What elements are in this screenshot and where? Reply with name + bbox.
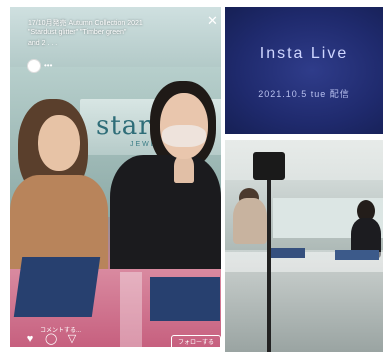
avatar[interactable] [27, 59, 41, 73]
more-icon[interactable]: ••• [44, 61, 52, 70]
instagram-live-photo: staria JEWELRY 17/10月発売 Autumn Collectio… [10, 7, 221, 347]
display-case [225, 260, 383, 352]
story-caption-line1: 17/10月発売 Autumn Collection 2021 [28, 20, 143, 27]
jewelry-tray [335, 250, 379, 260]
story-caption-line2: "Stardust glitter" "Timber green" [28, 29, 127, 36]
smartphone-on-tripod [253, 152, 285, 180]
person-left-face [38, 115, 80, 171]
insta-live-title-card: Insta Live 2021.10.5 tue 配信 [225, 7, 383, 134]
behind-the-scenes-photo [225, 140, 383, 352]
insta-live-title: Insta Live [259, 45, 349, 62]
person-right-neck [174, 155, 194, 183]
comment-icon[interactable]: ◯ [45, 333, 57, 345]
insta-live-date: 2021.10.5 tue 配信 [258, 89, 350, 99]
phone-tripod [267, 180, 271, 352]
glass-partition [120, 272, 142, 347]
follow-button[interactable]: フォローする [171, 335, 221, 347]
jewelry-display-left [13, 257, 101, 317]
jewelry-tray [269, 248, 305, 258]
close-icon[interactable]: ✕ [207, 14, 219, 27]
jewelry-display-right [150, 277, 220, 321]
send-icon[interactable]: ▽ [66, 333, 78, 345]
story-action-bar: ♥ ◯ ▽ [24, 333, 78, 345]
heart-icon[interactable]: ♥ [24, 333, 36, 345]
staff-person [233, 198, 267, 244]
story-caption-line3: and 2 . . . [28, 40, 58, 47]
face-shield [162, 125, 206, 147]
